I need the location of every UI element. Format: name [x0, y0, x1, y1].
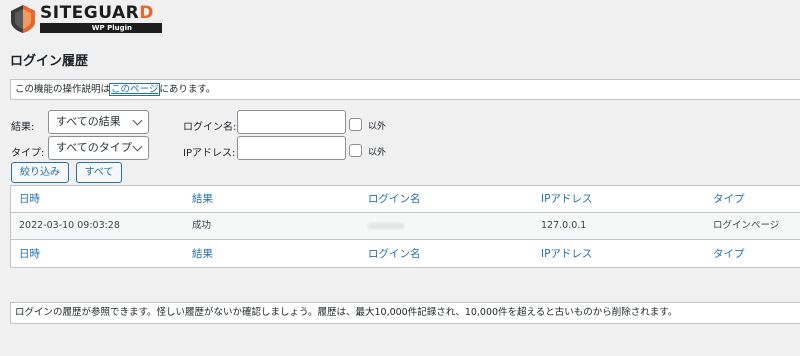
cell-login-name: [368, 213, 404, 240]
cell-datetime: 2022-03-10 09:03:28: [19, 220, 120, 231]
redacted-login-name: [368, 223, 404, 229]
column-header-type[interactable]: タイプ: [713, 186, 745, 212]
help-page-link[interactable]: このページ: [109, 83, 161, 96]
column-footer-type[interactable]: タイプ: [713, 241, 745, 267]
filter-button[interactable]: 絞り込み: [11, 162, 69, 183]
login-history-table: 日時 結果 ログイン名 IPアドレス タイプ 2022-03-10 09:03:…: [10, 185, 800, 268]
column-footer-datetime[interactable]: 日時: [19, 241, 40, 267]
page-title: ログイン履歴: [10, 54, 89, 69]
cell-type: ログインページ: [713, 220, 780, 231]
result-select-value: すべての結果: [56, 115, 121, 128]
description-notice: ログインの履歴が参照できます。怪しい履歴がないか確認しましょう。履歴は、最大10…: [10, 302, 800, 324]
cell-ip-address: 127.0.0.1: [541, 220, 587, 231]
ip-exclude-checkbox[interactable]: [349, 144, 362, 157]
help-notice: この機能の操作説明はこのページにあります。: [10, 79, 800, 100]
login-name-input[interactable]: [237, 110, 346, 134]
column-header-result[interactable]: 結果: [192, 186, 213, 212]
type-select-value: すべてのタイプ: [56, 141, 132, 154]
result-filter-label: 結果:: [11, 122, 35, 133]
login-name-label: ログイン名:: [183, 122, 237, 133]
ip-address-label: IPアドレス:: [183, 148, 236, 159]
column-header-datetime[interactable]: 日時: [19, 186, 40, 212]
help-notice-suffix: にあります。: [159, 84, 216, 95]
login-name-exclude-label: 以外: [368, 122, 387, 132]
help-notice-prefix: この機能の操作説明は: [15, 84, 111, 95]
ip-address-input[interactable]: [237, 136, 346, 160]
column-footer-login-name[interactable]: ログイン名: [368, 241, 421, 267]
cell-result: 成功: [192, 220, 212, 231]
table-header-row: 日時 結果 ログイン名 IPアドレス タイプ: [11, 186, 800, 213]
result-select[interactable]: すべての結果: [48, 110, 149, 134]
login-name-exclude-checkbox[interactable]: [349, 118, 362, 131]
column-footer-result[interactable]: 結果: [192, 241, 213, 267]
chevron-down-icon: [132, 141, 143, 152]
table-row: 2022-03-10 09:03:28 成功 127.0.0.1 ログインページ: [11, 213, 800, 240]
type-select[interactable]: すべてのタイプ: [48, 136, 149, 160]
siteguard-logo: SITEGUARD WP Plugin: [8, 2, 162, 36]
column-footer-ip-address[interactable]: IPアドレス: [541, 241, 592, 267]
table-footer-row: 日時 結果 ログイン名 IPアドレス タイプ: [11, 241, 800, 268]
column-header-login-name[interactable]: ログイン名: [368, 186, 421, 212]
show-all-button[interactable]: すべて: [76, 162, 122, 183]
ip-exclude-label: 以外: [368, 148, 387, 158]
shield-logo-icon: [11, 5, 35, 33]
chevron-down-icon: [132, 115, 143, 126]
column-header-ip-address[interactable]: IPアドレス: [541, 186, 592, 212]
logo-wordmark: SITEGUARD: [40, 3, 154, 23]
type-filter-label: タイプ:: [11, 148, 45, 159]
logo-subtitle: WP Plugin: [40, 23, 162, 33]
